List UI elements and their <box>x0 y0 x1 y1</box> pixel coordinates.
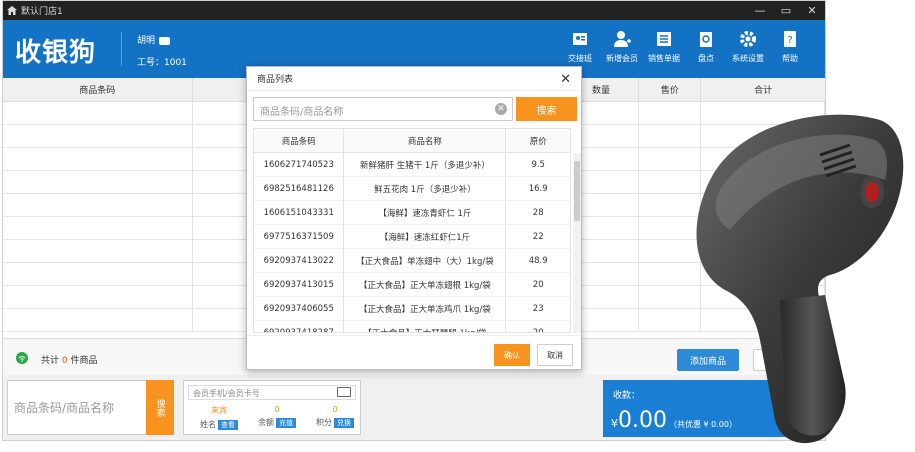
clear-icon[interactable]: ✕ <box>495 103 507 115</box>
scrollbar[interactable] <box>573 153 581 333</box>
scrollbar-thumb[interactable] <box>574 161 580 221</box>
column-header: 合计 <box>754 86 773 96</box>
product-search-input[interactable]: 商品条码/商品名称 ✕ <box>253 97 513 121</box>
title-bar: 默认门店1 — ▭ ✕ <box>3 1 825 20</box>
logo: 收银狗 <box>15 38 97 68</box>
wifi-icon <box>16 352 28 364</box>
cancel-button[interactable]: 取消 <box>537 344 573 366</box>
window-title: 默认门店1 <box>21 7 63 17</box>
column-header: 原价 <box>529 136 547 147</box>
table-row[interactable]: 6977516371509 【海鲜】速冻红虾仁1斤 22 <box>254 225 570 249</box>
svg-text:?: ? <box>787 35 792 46</box>
table-row[interactable]: 1606151043331 【海鲜】速冻青虾仁 1斤 28 <box>254 201 570 225</box>
gear-icon <box>740 31 756 47</box>
table-row[interactable]: 6920937406055 【正大食品】正大单冻鸡爪 1kg/袋 23 <box>254 297 570 321</box>
column-header: 售价 <box>639 78 702 101</box>
sales-doc-icon <box>657 32 671 46</box>
product-search-button[interactable]: 搜索 <box>516 97 577 121</box>
close-button[interactable]: ✕ <box>799 1 825 20</box>
settings-button[interactable]: 系统设置 <box>727 29 769 64</box>
inventory-icon <box>700 32 712 47</box>
table-row[interactable]: 6920937418287【正大食品】正大琵琶腿 1kg/袋20 <box>254 321 570 332</box>
sales-doc-button[interactable]: 销售单据 <box>643 29 685 64</box>
chat-icon[interactable] <box>159 36 171 45</box>
column-header: 商品名称 <box>344 129 507 152</box>
keyboard-icon[interactable] <box>337 387 351 397</box>
dialog-footer: 确认 取消 <box>247 335 581 371</box>
toolbar: 交接班 新增会员 销售单据 盘点 系统设置 ? 帮助 <box>559 29 811 64</box>
add-member-icon <box>614 31 631 47</box>
user-info: 胡明 工号：1001 <box>137 33 187 68</box>
member-name: 来宾 姓名 查看 <box>190 405 248 430</box>
help-icon: ? <box>784 31 796 47</box>
view-button[interactable]: 查看 <box>218 420 238 430</box>
barcode-search-button[interactable]: 搜索 <box>146 380 174 435</box>
dialog-title: 商品列表 ✕ <box>247 67 581 91</box>
recharge-button[interactable]: 充值 <box>276 418 296 428</box>
table-row[interactable]: 6982516481126 鲜五花肉 1斤（多退少补） 16.9 <box>254 177 570 201</box>
member-balance: 0 余额 充值 <box>248 405 306 430</box>
inventory-button[interactable]: 盘点 <box>685 29 727 64</box>
close-icon[interactable]: ✕ <box>560 72 571 87</box>
add-member-button[interactable]: 新增会员 <box>601 29 643 64</box>
product-list-dialog: 商品列表 ✕ 商品条码/商品名称 ✕ 搜索 商品条码 商品名称 原价 1606271… <box>246 66 582 370</box>
product-table: 商品条码 商品名称 原价 1606271740523 新鲜猪肝 生猪干 1斤（多退… <box>253 128 571 333</box>
home-icon <box>7 6 17 15</box>
column-header: 商品条码 <box>3 78 193 101</box>
table-row[interactable]: 6920937413015 【正大食品】正大单冻翅根 1kg/袋 20 <box>254 273 570 297</box>
confirm-button[interactable]: 确认 <box>494 344 530 366</box>
redeem-button[interactable]: 兑换 <box>334 418 354 428</box>
user-number: 工号：1001 <box>137 58 187 68</box>
column-header: 商品条码 <box>254 129 345 152</box>
help-button[interactable]: ? 帮助 <box>769 29 811 64</box>
item-count: 共计 0 件商品 <box>41 356 98 366</box>
handover-button[interactable]: 交接班 <box>559 29 601 64</box>
barcode-scanner-image <box>696 114 904 444</box>
maximize-button[interactable]: ▭ <box>773 1 799 20</box>
user-name: 胡明 <box>137 36 156 46</box>
handover-icon <box>573 33 587 45</box>
member-points: 0 积分 兑换 <box>306 405 364 430</box>
barcode-input[interactable]: 商品条码/商品名称 <box>7 380 147 435</box>
pay-label: 收款： <box>613 391 641 401</box>
table-row[interactable]: 6920937413022 【正大食品】单冻翅中（大）1kg/袋 48.9 <box>254 249 570 273</box>
member-input[interactable]: 会员手机/会员卡号 <box>188 385 356 400</box>
table-row[interactable]: 1606271740523 新鲜猪肝 生猪干 1斤（多退少补） 9.5 <box>254 153 570 177</box>
minimize-button[interactable]: — <box>747 1 773 20</box>
pay-amount: ¥0.00 <box>611 408 667 433</box>
divider <box>121 32 122 66</box>
member-panel: 会员手机/会员卡号 来宾 姓名 查看 0 余额 充值 0 积分 兑换 <box>183 380 361 435</box>
